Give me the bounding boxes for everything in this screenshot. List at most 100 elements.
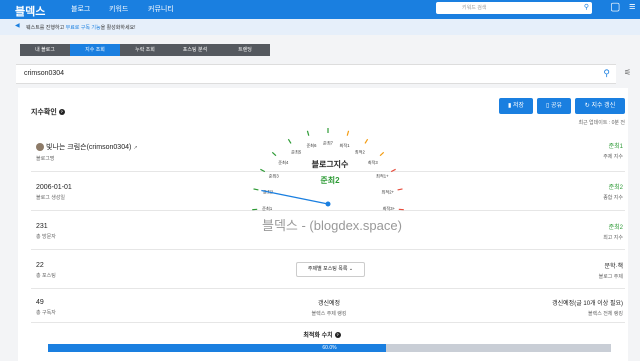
last-updated: 최근 업데이트 : 0분 전 bbox=[578, 120, 625, 126]
gauge-needle bbox=[261, 189, 329, 205]
keyword-search-input[interactable]: 키워드 검색 ⚲ bbox=[436, 2, 592, 14]
nav-keyword[interactable]: 키워드 bbox=[109, 4, 128, 14]
tab-post-analysis[interactable]: 포스팅 분석 bbox=[170, 44, 220, 56]
chevron-down-icon: ⌄ bbox=[348, 266, 354, 272]
divider bbox=[31, 288, 625, 289]
gauge-tick-label: 준최6 bbox=[306, 142, 317, 149]
total-rank-block: 갱신예정(글 10개 이상 필요) 블렉스 전체 랭킹 bbox=[552, 298, 623, 317]
blog-name-block: 빛나는 크림슨(crimson0304) ↗ 블로그명 bbox=[36, 142, 138, 162]
topic-rank-value: 갱신예정 bbox=[317, 301, 341, 307]
gauge-tick-label: 최적3+ bbox=[383, 205, 396, 212]
filter-icon[interactable]: ⚟ bbox=[624, 68, 631, 77]
created-block: 2006-01-01 블로그 생성일 bbox=[36, 184, 72, 201]
notice-text: 웨스트를 진행하고 무료로 구독 기능을 활성화하세요! bbox=[26, 25, 136, 31]
nav-community[interactable]: 커뮤니티 bbox=[148, 4, 174, 14]
help-icon[interactable]: ? bbox=[334, 332, 341, 339]
gauge-tick-label: 준최5 bbox=[291, 148, 302, 155]
search-placeholder: 키워드 검색 bbox=[462, 5, 487, 11]
blog-name: 빛나는 크림슨(crimson0304) bbox=[46, 144, 132, 151]
share-button[interactable]: ▯ 공유 bbox=[537, 98, 571, 114]
posts-label: 총 포스팅 bbox=[36, 273, 56, 279]
progress-text: 60.0% bbox=[322, 345, 337, 351]
gauge-tick bbox=[253, 188, 259, 191]
gauge-tick-label: 준최4 bbox=[278, 159, 289, 166]
subscribers-value: 49 bbox=[36, 299, 44, 306]
gauge-tick-label: 최적1+ bbox=[376, 173, 389, 180]
created-label: 블로그 생성일 bbox=[36, 195, 65, 201]
topic-index-value: 준최1 bbox=[608, 144, 623, 150]
notice-banner: ◀ 웨스트를 진행하고 무료로 구독 기능을 활성화하세요! bbox=[0, 19, 640, 35]
gauge-tick-label: 최적2 bbox=[355, 148, 366, 155]
overall-index-block: 준최2 종합 지수 bbox=[603, 182, 623, 201]
tab-trending[interactable]: 트렌딩 bbox=[220, 44, 270, 56]
watermark: 블덱스 - (blogdex.space) bbox=[262, 218, 402, 233]
topic-rank-block: 갱신예정 블렉스 주제 랭킹 bbox=[269, 298, 389, 317]
gauge-tick bbox=[397, 188, 403, 191]
help-icon[interactable]: ? bbox=[58, 109, 65, 116]
tab-index-lookup[interactable]: 지수 조회 bbox=[70, 44, 120, 56]
search-icon[interactable]: ⚲ bbox=[584, 3, 589, 11]
gauge-tick-label: 준최3 bbox=[269, 173, 280, 180]
gauge-tick bbox=[306, 130, 310, 136]
gauge-tick bbox=[271, 151, 277, 157]
gauge-tick bbox=[390, 168, 396, 173]
optimization-progress-bar: 60.0% bbox=[48, 344, 611, 352]
topic-posts-dropdown[interactable]: 주제별 포스팅 목록 ⌄ bbox=[296, 262, 365, 277]
divider bbox=[31, 322, 625, 323]
top-navigation-bar: 블덱스 블로그 키워드 커뮤니티 키워드 검색 ⚲ ▢ ≡ bbox=[0, 0, 640, 19]
external-link-icon[interactable]: ↗ bbox=[133, 145, 137, 151]
gauge-tick bbox=[379, 151, 385, 157]
chat-icon[interactable]: ▢ bbox=[610, 2, 620, 13]
visitors-block: 231 총 방문자 bbox=[36, 223, 56, 240]
menu-icon[interactable]: ≡ bbox=[629, 2, 635, 13]
visitors-label: 총 방문자 bbox=[36, 234, 56, 240]
refresh-index-button[interactable]: ↻ 지수 갱신 bbox=[575, 98, 625, 114]
total-rank-label: 블렉스 전체 랭킹 bbox=[588, 311, 623, 317]
topic-index-label: 주제 지수 bbox=[603, 154, 623, 160]
gauge-title: 블로그지수 bbox=[311, 160, 349, 169]
posts-value: 22 bbox=[36, 262, 44, 269]
gauge-tick-label: 최적2+ bbox=[382, 188, 395, 195]
created-date: 2006-01-01 bbox=[36, 184, 72, 191]
blog-topic-block: 문학·책 블로그 주제 bbox=[599, 261, 623, 280]
gauge-tick bbox=[260, 168, 266, 173]
gauge-tick bbox=[364, 138, 369, 144]
max-index-label: 최고 지수 bbox=[603, 235, 623, 241]
avatar bbox=[36, 143, 44, 152]
overall-index-value: 준최2 bbox=[608, 185, 623, 191]
topic-rank-label: 블렉스 주제 랭킹 bbox=[311, 311, 347, 317]
subscribers-block: 49 총 구독자 bbox=[36, 299, 56, 316]
optimization-label: 최적화 수치? bbox=[303, 332, 341, 339]
posts-block: 22 총 포스팅 bbox=[36, 262, 56, 279]
gauge-value: 준최2 bbox=[320, 176, 340, 185]
gauge-hub bbox=[325, 201, 331, 207]
total-rank-value: 갱신예정(글 10개 이상 필요) bbox=[552, 301, 623, 307]
blog-id-search-field[interactable]: crimson0304 ⚲ bbox=[16, 64, 616, 84]
divider bbox=[31, 249, 625, 250]
blog-name-label: 블로그명 bbox=[36, 156, 55, 162]
nav-blog[interactable]: 블로그 bbox=[71, 4, 90, 14]
tab-my-blog[interactable]: 내 블로그 bbox=[20, 44, 70, 56]
subscribers-label: 총 구독자 bbox=[36, 310, 56, 316]
notice-link[interactable]: 무료로 구독 기능 bbox=[66, 25, 101, 31]
gauge-tick-label: 최적3 bbox=[368, 159, 379, 166]
overall-index-label: 종합 지수 bbox=[603, 195, 623, 201]
max-index-value: 준최2 bbox=[608, 225, 623, 231]
gauge-tick-label: 준최7 bbox=[323, 140, 334, 147]
gauge-tick bbox=[287, 138, 292, 144]
gauge-tick bbox=[346, 130, 350, 136]
card-title: 지수확인? bbox=[31, 109, 65, 116]
logo[interactable]: 블덱스 bbox=[15, 3, 45, 19]
visitors-value: 231 bbox=[36, 223, 48, 230]
gauge-tick-label: 최적1 bbox=[339, 142, 350, 149]
gauge-tick-label: 준최1 bbox=[262, 205, 273, 212]
max-index-block: 준최2 최고 지수 bbox=[603, 222, 623, 241]
blog-id-value[interactable]: crimson0304 bbox=[24, 70, 64, 77]
blog-topic-value: 문학·책 bbox=[604, 264, 623, 270]
topic-index-block: 준최1 주제 지수 bbox=[603, 141, 623, 160]
blog-topic-label: 블로그 주제 bbox=[598, 274, 623, 280]
tab-missing-lookup[interactable]: 누락 조회 bbox=[120, 44, 170, 56]
megaphone-icon: ◀ bbox=[15, 23, 20, 29]
save-button[interactable]: ▮ 저장 bbox=[499, 98, 533, 114]
search-icon[interactable]: ⚲ bbox=[603, 68, 610, 79]
